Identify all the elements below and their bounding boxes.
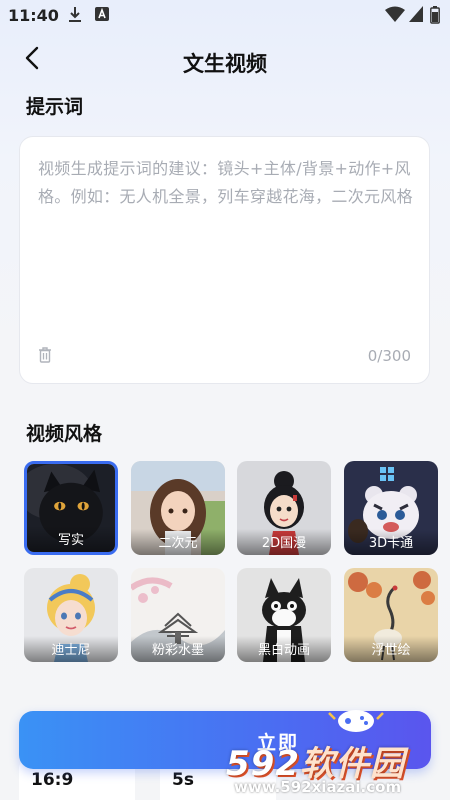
style-label: 3D卡通	[368, 536, 414, 551]
style-grid: 写实 二次元 2D国漫 3D卡通 迪士尼 粉彩水墨 黑白动画 浮世绘	[24, 461, 438, 662]
style-label: 浮世绘	[371, 643, 411, 658]
prompt-section-title: 提示词	[26, 96, 84, 118]
style-card-pastel-ink[interactable]: 粉彩水墨	[131, 568, 225, 662]
style-card-ukiyoe[interactable]: 浮世绘	[344, 568, 438, 662]
watermark-logo: 592软件园 www.592xiazai.com	[222, 738, 450, 800]
duration-value: 5s	[172, 770, 194, 790]
app-a-icon	[94, 6, 110, 26]
char-count: 0/300	[367, 347, 411, 365]
signal-icon	[409, 6, 423, 26]
wifi-icon	[385, 6, 405, 26]
aspect-ratio-value: 16:9	[31, 770, 74, 790]
style-card-anime[interactable]: 二次元	[131, 461, 225, 555]
battery-icon	[430, 6, 440, 28]
style-card-3d-cartoon[interactable]: 3D卡通	[344, 461, 438, 555]
style-label: 粉彩水墨	[151, 643, 204, 658]
style-card-bw-animation[interactable]: 黑白动画	[237, 568, 331, 662]
page-title: 文生视频	[183, 52, 267, 76]
style-label: 二次元	[158, 536, 198, 551]
game-controller-icon	[325, 705, 387, 739]
prompt-input[interactable]: 视频生成提示词的建议：镜头+主体/背景+动作+风格。例如：无人机全景，列车穿越花…	[19, 136, 430, 384]
trash-icon[interactable]	[38, 347, 52, 367]
style-card-disney[interactable]: 迪士尼	[24, 568, 118, 662]
status-bar: 11:40	[0, 0, 450, 32]
style-label: 写实	[57, 533, 84, 548]
top-bar: 文生视频	[0, 38, 450, 82]
style-section-title: 视频风格	[26, 423, 103, 445]
prompt-placeholder: 视频生成提示词的建议：镜头+主体/背景+动作+风格。例如：无人机全景，列车穿越花…	[38, 159, 413, 206]
status-time: 11:40	[8, 6, 59, 25]
style-card-realistic[interactable]: 写实	[24, 461, 118, 555]
download-icon	[68, 6, 82, 28]
watermark-url: www.592xiazai.com	[234, 778, 402, 796]
style-label: 黑白动画	[257, 643, 310, 658]
style-card-2d-guoman[interactable]: 2D国漫	[237, 461, 331, 555]
style-label: 迪士尼	[51, 643, 91, 658]
style-label: 2D国漫	[261, 536, 307, 551]
